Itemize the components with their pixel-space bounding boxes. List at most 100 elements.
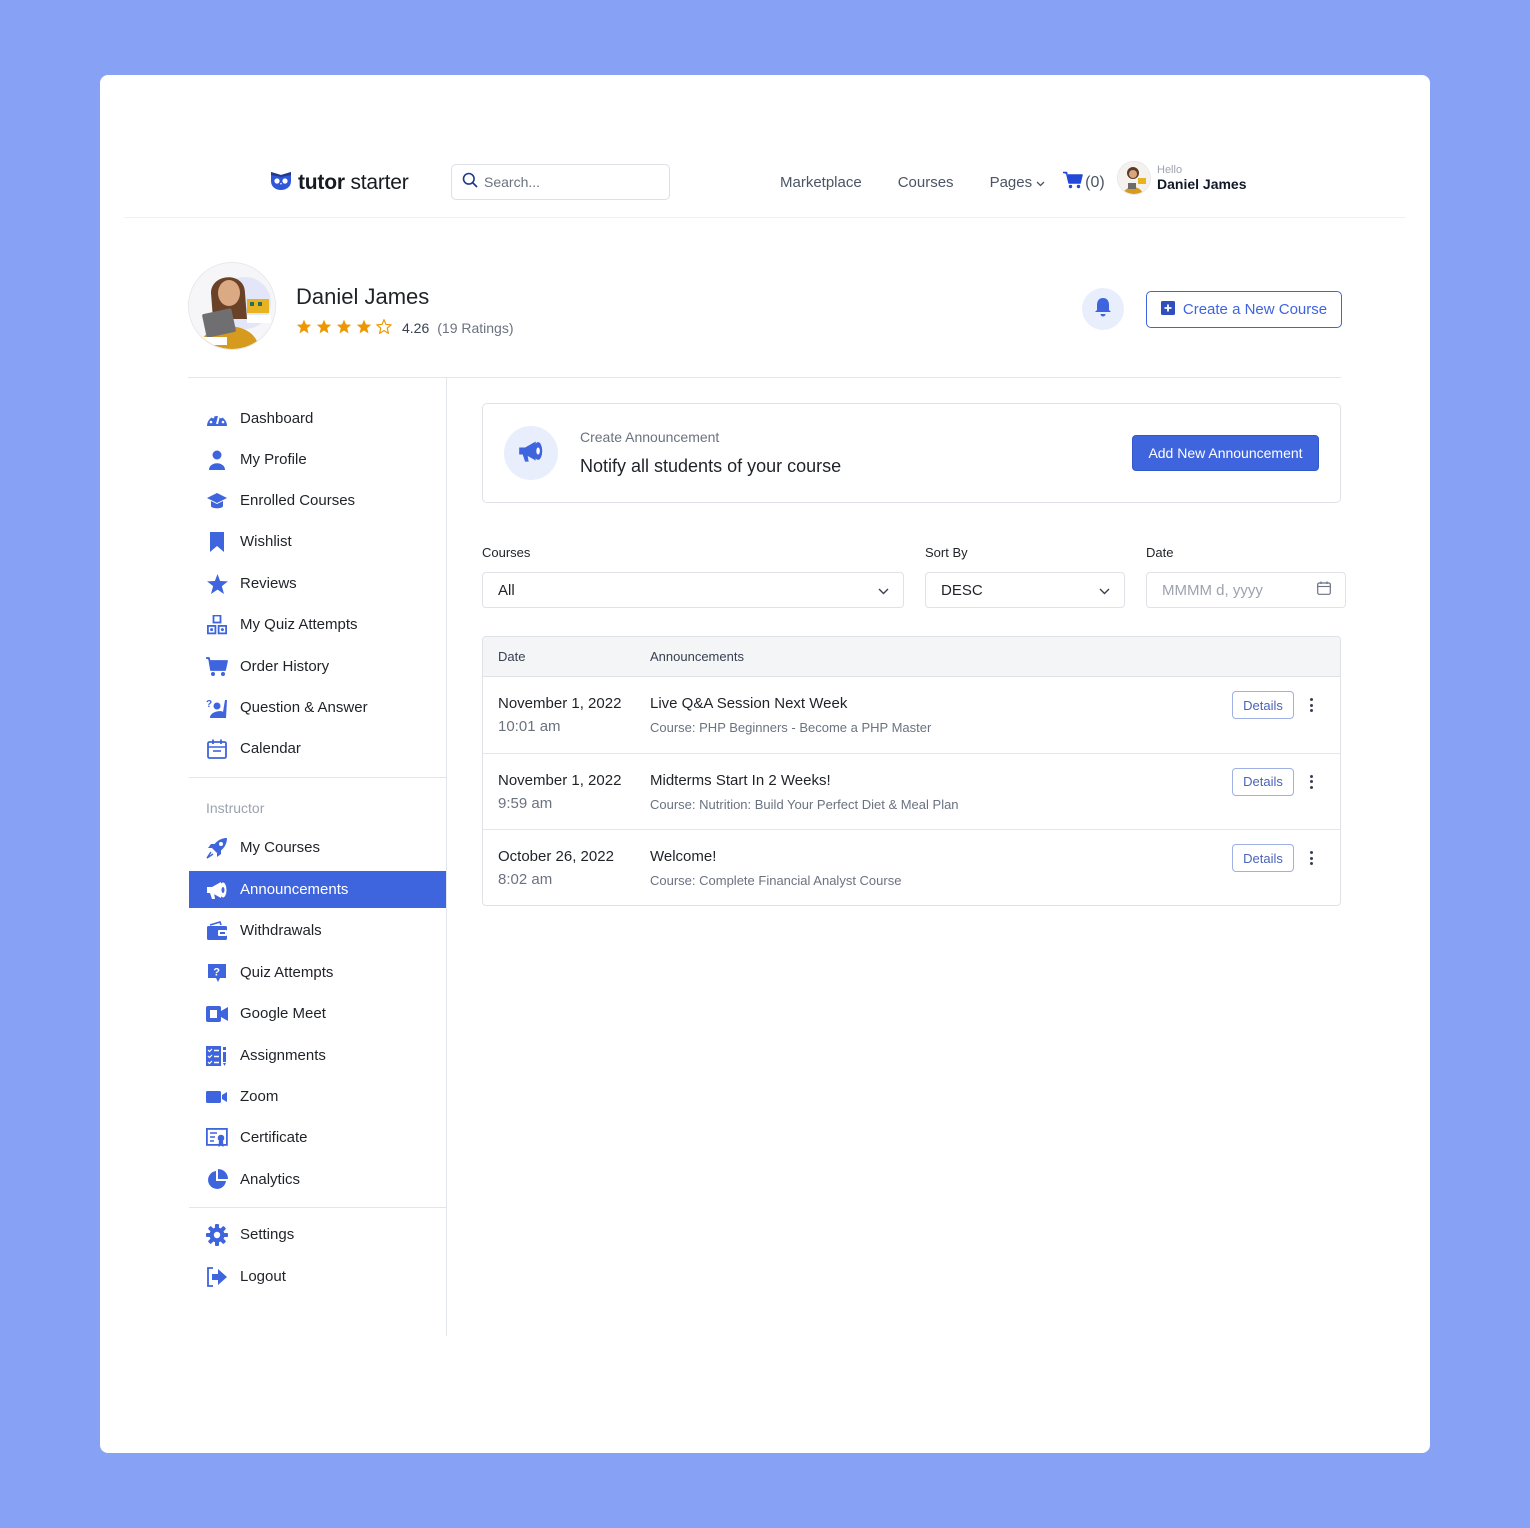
- row-course: Course: Complete Financial Analyst Cours…: [650, 873, 902, 888]
- search-input[interactable]: [484, 174, 654, 190]
- assignment-list-icon: [206, 1045, 228, 1067]
- rating-count: (19 Ratings): [437, 320, 514, 336]
- create-course-button[interactable]: Create a New Course: [1146, 291, 1342, 328]
- sidebar-divider: [189, 777, 447, 778]
- more-options-icon[interactable]: [1304, 695, 1318, 715]
- megaphone-icon: [518, 439, 544, 468]
- details-button[interactable]: Details: [1232, 691, 1294, 719]
- row-date: November 1, 2022: [498, 695, 622, 712]
- column-header-date: Date: [498, 649, 526, 664]
- bell-icon: [1094, 297, 1112, 322]
- sidebar-item-label: Calendar: [240, 740, 301, 757]
- sidebar-item-label: Question & Answer: [240, 699, 368, 716]
- create-announcement-card: Create Announcement Notify all students …: [482, 403, 1341, 503]
- courses-select[interactable]: All: [482, 572, 904, 608]
- nav-pages-label: Pages: [989, 174, 1033, 191]
- logo-text: tutor starter: [298, 170, 409, 194]
- zoom-camera-icon: [206, 1086, 228, 1108]
- sidebar-item-question-answer[interactable]: ? Question & Answer: [189, 689, 446, 726]
- main-nav: Marketplace Courses Pages (0): [780, 171, 1105, 194]
- row-title: Live Q&A Session Next Week: [650, 695, 848, 712]
- sidebar-item-zoom[interactable]: Zoom: [189, 1078, 446, 1115]
- sidebar-item-label: Order History: [240, 658, 330, 675]
- table-row: October 26, 2022 8:02 am Welcome! Course…: [483, 830, 1340, 905]
- sidebar-item-label: Google Meet: [240, 1005, 326, 1022]
- sidebar-item-my-profile[interactable]: My Profile: [189, 441, 446, 478]
- sidebar-divider: [189, 1207, 447, 1208]
- svg-text:?: ?: [213, 966, 220, 978]
- add-announcement-button[interactable]: Add New Announcement: [1132, 435, 1319, 471]
- sort-by-select[interactable]: DESC: [925, 572, 1125, 608]
- quiz-blocks-icon: [206, 614, 228, 636]
- bookmark-icon: [206, 531, 228, 553]
- announcement-subtitle: Create Announcement: [580, 429, 720, 445]
- profile-name: Daniel James: [296, 284, 430, 309]
- sidebar-item-label: Withdrawals: [240, 922, 322, 939]
- sidebar-item-withdrawals[interactable]: Withdrawals: [189, 912, 446, 949]
- chevron-down-icon: [878, 582, 889, 599]
- sidebar-item-dashboard[interactable]: Dashboard: [189, 400, 446, 437]
- courses-filter-label: Courses: [482, 545, 531, 560]
- chevron-down-icon: [1036, 174, 1045, 191]
- date-input[interactable]: MMMM d, yyyy: [1146, 572, 1346, 608]
- cart-count: (0): [1085, 173, 1105, 191]
- svg-text:?: ?: [206, 699, 212, 710]
- row-time: 8:02 am: [498, 871, 553, 888]
- details-button[interactable]: Details: [1232, 767, 1294, 796]
- sidebar-item-my-courses[interactable]: My Courses: [189, 829, 446, 866]
- search-box[interactable]: [451, 164, 670, 200]
- sidebar-item-calendar[interactable]: Calendar: [189, 730, 446, 767]
- row-course: Course: Nutrition: Build Your Perfect Di…: [650, 796, 959, 812]
- calendar-icon[interactable]: [1317, 581, 1331, 599]
- cart-button[interactable]: (0): [1063, 171, 1105, 194]
- notifications-button[interactable]: [1082, 288, 1124, 330]
- sidebar: Dashboard My Profile Enrolled Courses Wi…: [188, 378, 447, 1336]
- page-card: tutor starter Marketplace Courses Pages …: [100, 75, 1430, 1453]
- sidebar-item-label: Dashboard: [240, 410, 314, 427]
- sidebar-item-label: Reviews: [240, 575, 297, 592]
- sidebar-item-google-meet[interactable]: Google Meet: [189, 995, 446, 1032]
- sort-by-value: DESC: [941, 581, 983, 599]
- megaphone-icon-circle: [504, 426, 558, 480]
- details-button[interactable]: Details: [1232, 844, 1294, 872]
- wallet-icon: [206, 920, 228, 942]
- sidebar-item-my-quiz-attempts[interactable]: My Quiz Attempts: [189, 606, 446, 643]
- calendar-icon: [206, 738, 228, 760]
- sidebar-item-enrolled-courses[interactable]: Enrolled Courses: [189, 482, 446, 519]
- nav-courses[interactable]: Courses: [898, 174, 954, 191]
- sidebar-item-order-history[interactable]: Order History: [189, 648, 446, 685]
- user-greeting-block: Hello Daniel James: [1157, 164, 1247, 192]
- sidebar-item-label: Analytics: [240, 1171, 301, 1188]
- star-filled-icon: [356, 319, 372, 337]
- sidebar-item-analytics[interactable]: Analytics: [189, 1161, 446, 1198]
- sidebar-item-announcements[interactable]: Announcements: [189, 871, 446, 908]
- sidebar-item-reviews[interactable]: Reviews: [189, 565, 446, 602]
- cart-icon: [1063, 171, 1083, 194]
- sidebar-item-assignments[interactable]: Assignments: [189, 1037, 446, 1074]
- row-title: Welcome!: [650, 848, 717, 865]
- sidebar-item-quiz-attempts[interactable]: ? Quiz Attempts: [189, 954, 446, 991]
- nav-marketplace[interactable]: Marketplace: [780, 174, 862, 191]
- sidebar-section-instructor: Instructor: [206, 800, 265, 816]
- sidebar-item-settings[interactable]: Settings: [189, 1216, 446, 1253]
- quiz-question-icon: ?: [206, 962, 228, 984]
- sidebar-item-label: Assignments: [240, 1047, 326, 1064]
- owl-logo-icon: [270, 169, 292, 196]
- sidebar-item-wishlist[interactable]: Wishlist: [189, 523, 446, 560]
- logo[interactable]: tutor starter: [270, 169, 409, 196]
- sidebar-item-label: Zoom: [240, 1088, 279, 1105]
- table-row: November 1, 2022 10:01 am Live Q&A Sessi…: [483, 677, 1340, 754]
- sidebar-item-logout[interactable]: Logout: [189, 1258, 446, 1295]
- pie-chart-icon: [206, 1168, 228, 1191]
- nav-pages[interactable]: Pages: [990, 174, 1046, 191]
- more-options-icon[interactable]: [1304, 848, 1318, 868]
- rocket-icon: [206, 837, 228, 859]
- user-menu[interactable]: Hello Daniel James: [1117, 161, 1247, 195]
- graduation-cap-icon: [206, 490, 228, 512]
- column-header-announcements: Announcements: [650, 649, 744, 664]
- profile-header: Daniel James 4.26 (19 Ratings) Create a …: [188, 262, 1342, 378]
- gear-icon: [206, 1223, 228, 1246]
- sidebar-item-certificate[interactable]: Certificate: [189, 1119, 446, 1156]
- create-course-label: Create a New Course: [1182, 301, 1328, 318]
- more-options-icon[interactable]: [1304, 772, 1318, 792]
